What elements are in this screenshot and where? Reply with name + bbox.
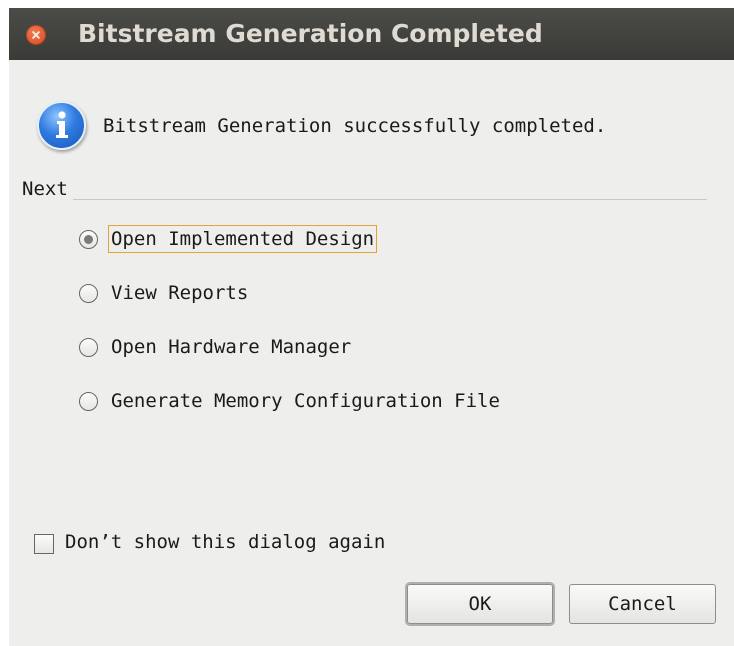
info-icon <box>37 101 86 150</box>
radio-label[interactable]: View Reports <box>109 280 250 306</box>
radio-button[interactable] <box>79 338 98 357</box>
title-bar: Bitstream Generation Completed <box>9 8 734 60</box>
dialog-title: Bitstream Generation Completed <box>78 19 543 48</box>
ok-button[interactable]: OK <box>407 584 553 624</box>
next-section-label: Next <box>22 178 68 200</box>
dont-show-label[interactable]: Don’t show this dialog again <box>65 531 385 553</box>
radio-label[interactable]: Open Hardware Manager <box>109 334 353 360</box>
radio-label[interactable]: Open Implemented Design <box>107 225 378 253</box>
radio-button-selected[interactable] <box>79 230 98 249</box>
section-separator <box>73 199 707 200</box>
cancel-button[interactable]: Cancel <box>569 584 716 624</box>
close-icon[interactable] <box>26 25 46 45</box>
radio-label[interactable]: Generate Memory Configuration File <box>109 388 502 414</box>
dont-show-checkbox[interactable] <box>34 534 54 554</box>
bitstream-dialog: Bitstream Generation Completed Bitstream… <box>9 8 734 646</box>
radio-button[interactable] <box>79 392 98 411</box>
status-message: Bitstream Generation successfully comple… <box>103 115 607 137</box>
radio-button[interactable] <box>79 284 98 303</box>
